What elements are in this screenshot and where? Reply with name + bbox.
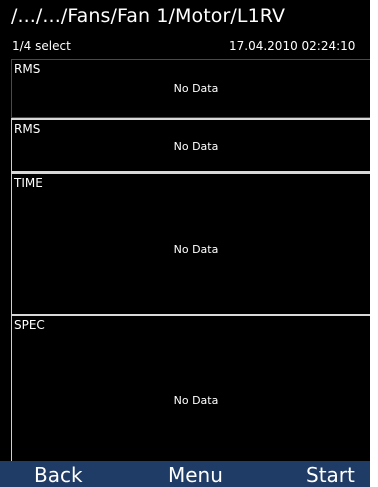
menu-button[interactable]: Menu [168, 463, 223, 487]
panel-rms-2[interactable]: RMS No Data [11, 118, 370, 172]
axis-tick-mark [11, 196, 12, 199]
no-data-text: No Data [173, 243, 219, 256]
panel-time[interactable]: TIME No Data [11, 172, 370, 315]
panel-rms-1[interactable]: RMS No Data [11, 59, 370, 118]
panel-label: TIME [14, 176, 43, 190]
no-data-text: No Data [173, 82, 219, 95]
back-button[interactable]: Back [34, 463, 83, 487]
no-data-text: No Data [173, 394, 219, 407]
panel-label: RMS [14, 62, 41, 76]
device-screen: /.../.../Fans/Fan 1/Motor/L1RV 1/4 selec… [0, 0, 370, 487]
title-bar: /.../.../Fans/Fan 1/Motor/L1RV [0, 0, 370, 39]
panel-label: RMS [14, 122, 41, 136]
no-data-text: No Data [173, 140, 219, 153]
start-button[interactable]: Start [306, 463, 355, 487]
measurement-path-title: /.../.../Fans/Fan 1/Motor/L1RV [11, 5, 286, 27]
panel-spec[interactable]: SPEC No Data [11, 314, 370, 461]
selection-indicator: 1/4 select [12, 39, 71, 53]
softkey-bar: Back Menu Start [0, 461, 370, 487]
panel-label: SPEC [14, 318, 45, 332]
datetime-display: 17.04.2010 02:24:10 [229, 39, 356, 53]
